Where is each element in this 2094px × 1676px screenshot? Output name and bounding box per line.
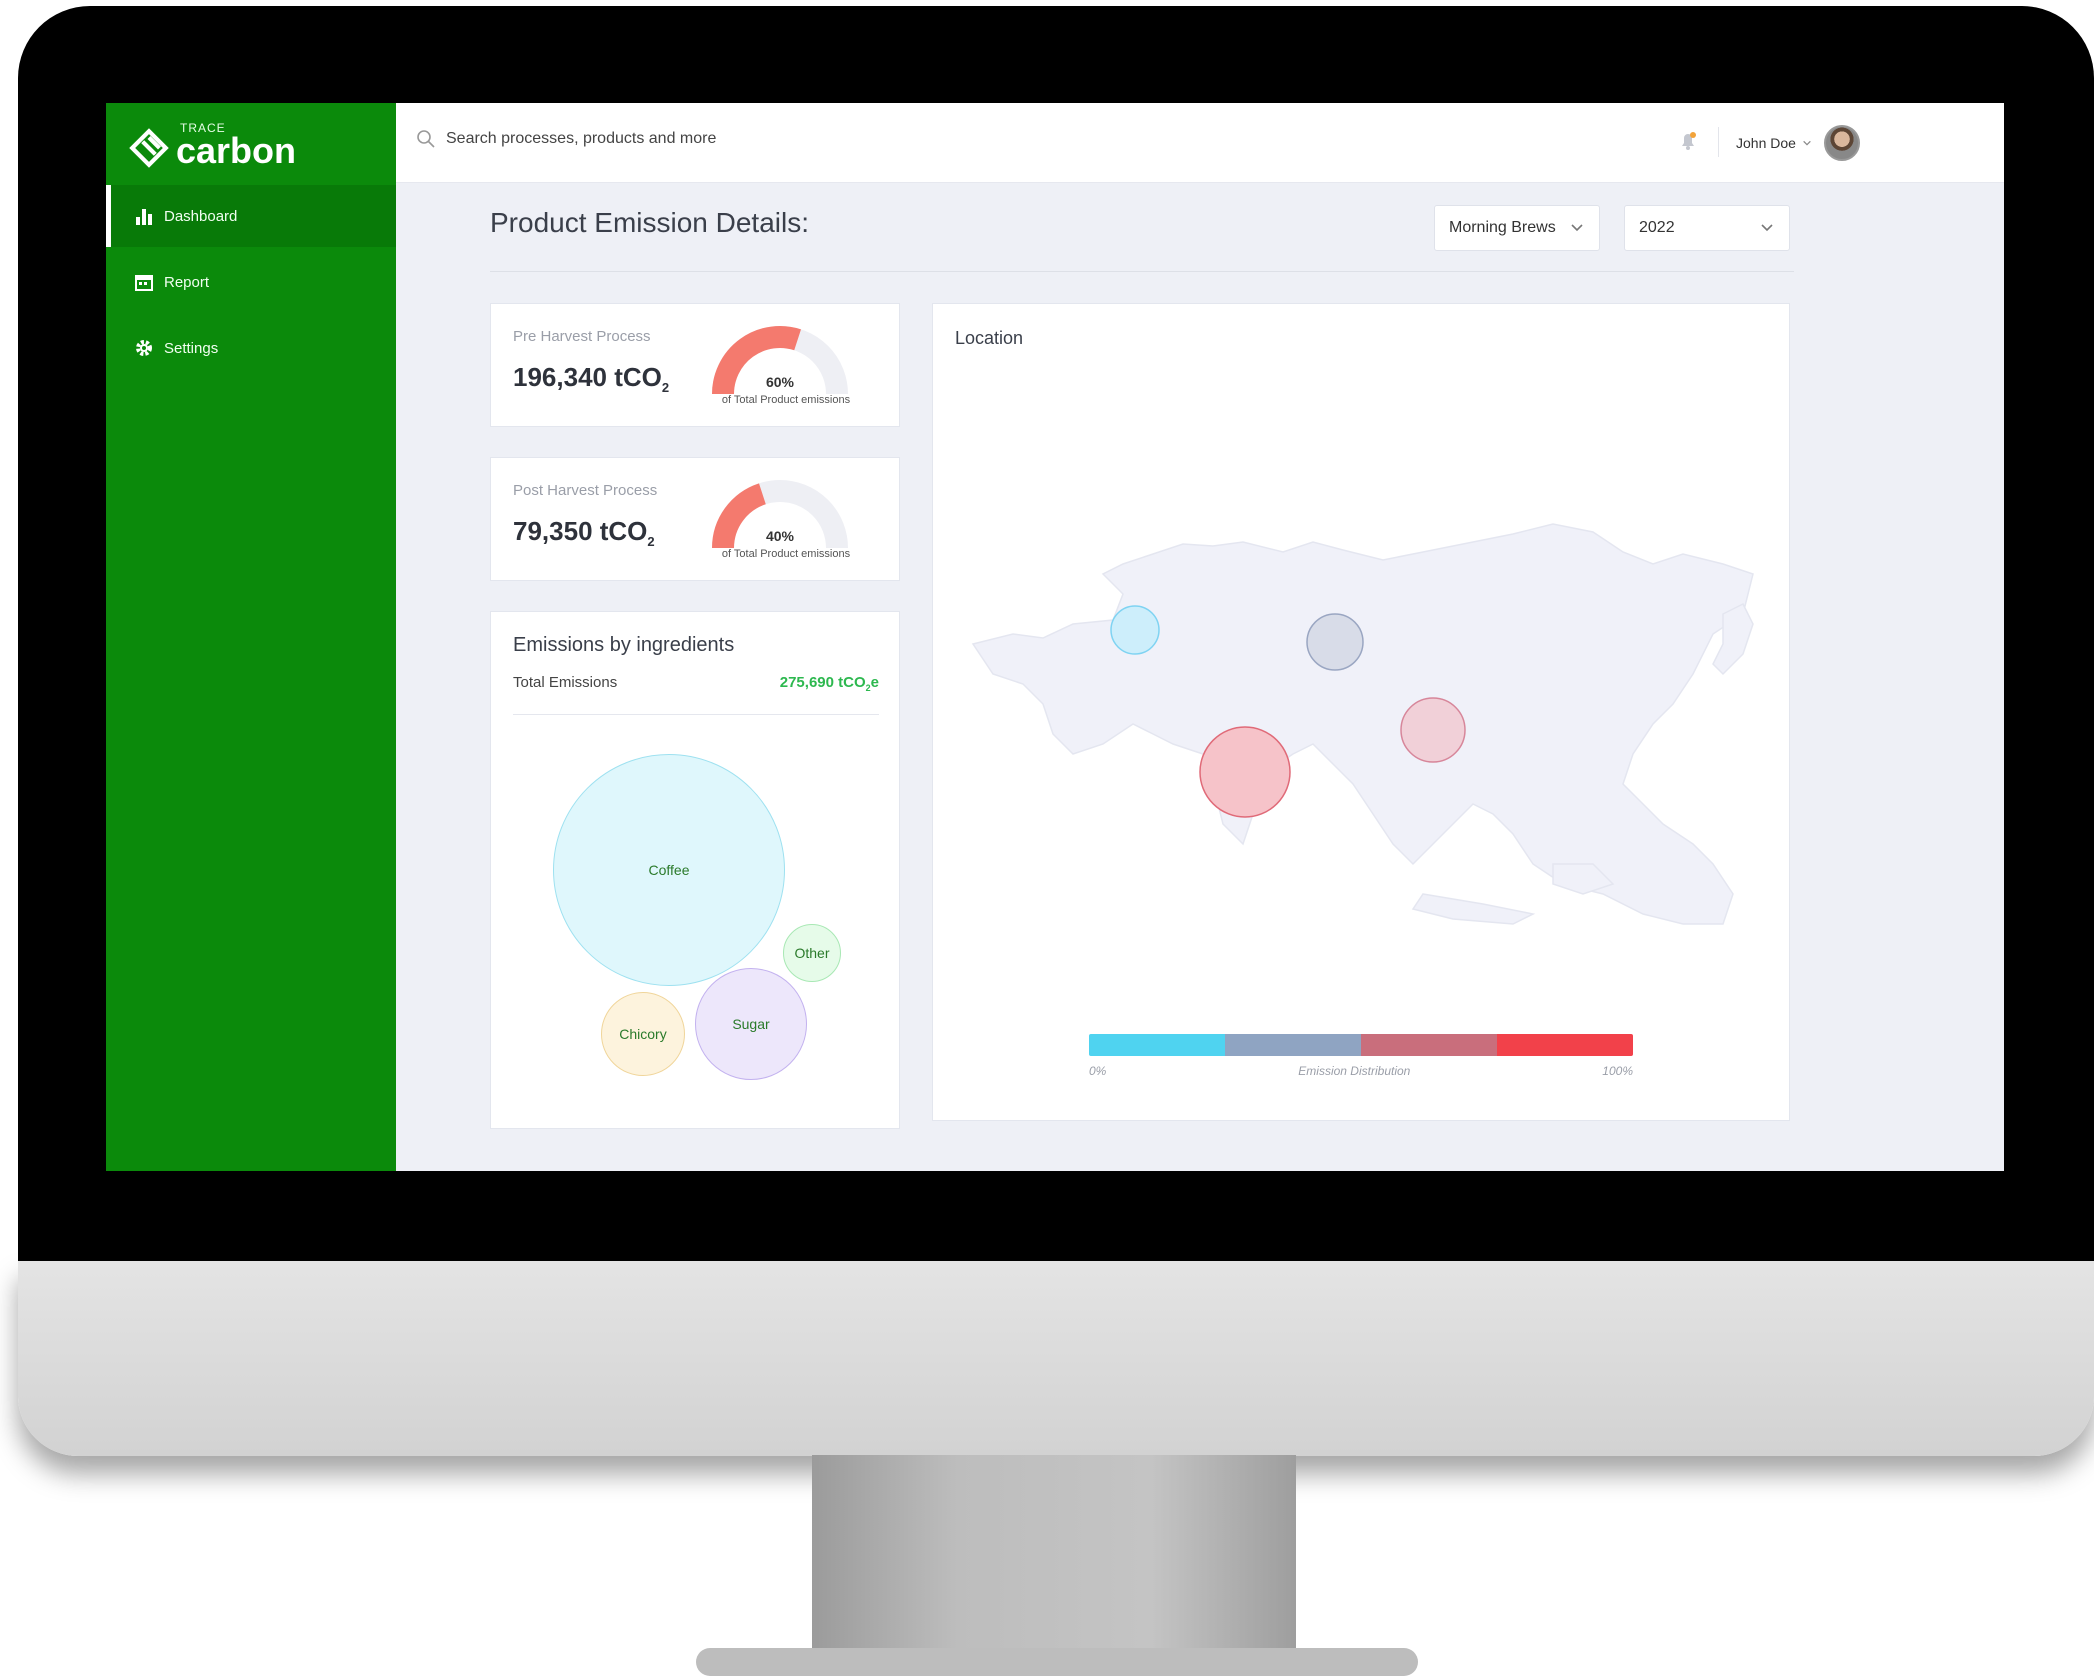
post-harvest-card[interactable]: Post Harvest Process 79,350 tCO2 40% of …: [490, 457, 900, 581]
bar-chart-icon: [136, 209, 152, 225]
sidebar-item-dashboard[interactable]: Dashboard: [106, 185, 396, 247]
pre-harvest-value: 196,340 tCO2: [513, 362, 670, 396]
legend-segment: [1225, 1034, 1361, 1056]
bubble-chicory[interactable]: Chicory: [601, 992, 685, 1076]
year-select-value: 2022: [1639, 219, 1675, 236]
app-screen: TRACE carbon Dashboard Report Settings S…: [106, 103, 2004, 1171]
location-card: Location 0% Emission Distribution 100%: [932, 303, 1790, 1121]
bubble-sugar[interactable]: Sugar: [695, 968, 807, 1080]
post-harvest-percent: 40%: [765, 528, 795, 544]
avatar[interactable]: [1823, 125, 1860, 161]
legend-max: 100%: [1602, 1064, 1633, 1078]
search-input[interactable]: Search processes, products and more: [416, 129, 716, 149]
pre-harvest-percent: 60%: [765, 374, 795, 390]
monitor-stand-base: [696, 1648, 1418, 1676]
calendar-icon: [135, 275, 153, 291]
legend-segment: [1497, 1034, 1633, 1056]
page-title: Product Emission Details:: [490, 207, 810, 238]
sidebar-item-label: Report: [164, 273, 210, 291]
location-bubble-china[interactable]: [1400, 697, 1466, 763]
sidebar: TRACE carbon Dashboard Report Settings: [106, 103, 396, 1171]
post-harvest-value: 79,350 tCO2: [513, 516, 655, 550]
pre-harvest-label: Pre Harvest Process: [513, 328, 651, 345]
sidebar-item-label: Dashboard: [164, 207, 238, 225]
location-bubble-central-asia[interactable]: [1110, 605, 1160, 655]
asia-landmass: [971, 523, 1754, 925]
chevron-down-icon: [1803, 140, 1811, 146]
user-menu[interactable]: John Doe: [1736, 125, 1860, 161]
chevron-down-icon: [1571, 224, 1583, 232]
legend-label: Emission Distribution: [1298, 1064, 1411, 1078]
pre-harvest-card[interactable]: Pre Harvest Process 196,340 tCO2 60% of …: [490, 303, 900, 427]
monitor-chin: [18, 1261, 2094, 1456]
location-bubble-india[interactable]: [1199, 726, 1291, 818]
sidebar-nav: Dashboard Report Settings: [106, 185, 396, 383]
bubble-label: Sugar: [732, 1016, 770, 1032]
brand-small: TRACE: [180, 121, 226, 135]
sidebar-item-settings[interactable]: Settings: [106, 317, 396, 379]
product-select[interactable]: Morning Brews: [1434, 205, 1600, 251]
ingredients-divider: [513, 714, 879, 715]
location-bubble-mongolia[interactable]: [1306, 613, 1364, 671]
search-icon: [417, 130, 435, 148]
ingredients-card: Emissions by ingredients Total Emissions…: [490, 611, 900, 1129]
user-name: John Doe: [1736, 135, 1796, 151]
product-select-value: Morning Brews: [1449, 219, 1556, 236]
topbar: Search processes, products and more John…: [396, 103, 2004, 183]
sidebar-item-label: Settings: [164, 339, 219, 357]
gear-icon: [136, 340, 152, 356]
year-select[interactable]: 2022: [1624, 205, 1790, 251]
chevron-down-icon: [1761, 224, 1773, 232]
location-title: Location: [955, 328, 1024, 348]
indonesia-islands: [1411, 863, 1615, 925]
bubble-label: Coffee: [648, 862, 690, 878]
total-emissions-label: Total Emissions: [513, 674, 618, 691]
brand-name: carbon: [176, 130, 297, 171]
legend-segment: [1089, 1034, 1225, 1056]
search-placeholder: Search processes, products and more: [446, 130, 717, 147]
monitor-stand: [812, 1455, 1296, 1655]
brand-logo[interactable]: TRACE carbon: [128, 121, 297, 171]
legend-segment: [1361, 1034, 1497, 1056]
asia-map: [971, 523, 1754, 925]
bell-icon[interactable]: [1676, 129, 1700, 153]
header-divider: [490, 271, 1794, 272]
emission-legend-bar: [1089, 1034, 1633, 1056]
bubble-label: Other: [794, 945, 830, 961]
legend-min: 0%: [1089, 1064, 1107, 1078]
pre-harvest-caption: of Total Product emissions: [721, 394, 851, 406]
bubble-label: Chicory: [619, 1026, 667, 1042]
emission-legend-labels: 0% Emission Distribution 100%: [1089, 1064, 1633, 1078]
bubble-other[interactable]: Other: [783, 924, 841, 982]
bubble-coffee[interactable]: Coffee: [553, 754, 785, 986]
logo-diamond-icon: [129, 128, 169, 168]
ingredients-title: Emissions by ingredients: [513, 634, 735, 656]
post-harvest-caption: of Total Product emissions: [721, 548, 851, 560]
total-emissions-value: 275,690 tCO2e: [779, 674, 879, 693]
sidebar-item-report[interactable]: Report: [106, 251, 396, 313]
post-harvest-label: Post Harvest Process: [513, 482, 658, 499]
topbar-divider: [1718, 127, 1719, 157]
